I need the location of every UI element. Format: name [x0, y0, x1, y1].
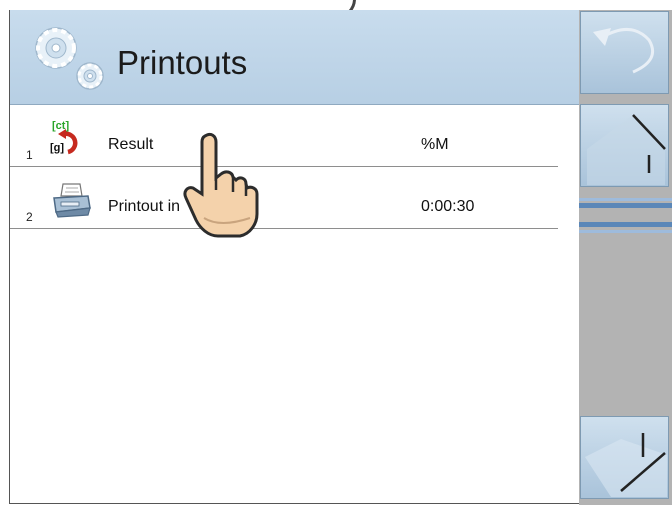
touch-hand-icon — [183, 132, 259, 238]
scroll-line — [579, 198, 672, 201]
scroll-line — [579, 222, 672, 227]
item-value: %M — [421, 136, 449, 153]
printer-icon — [53, 183, 91, 218]
svg-text:[ct]: [ct] — [52, 120, 69, 132]
home-icon — [587, 114, 666, 185]
main-panel: Printouts 1 [ct] [g] Result %M 2 Printou… — [9, 10, 580, 504]
back-button[interactable] — [580, 11, 669, 94]
item-number: 1 — [26, 148, 33, 162]
list-item-result[interactable]: 1 [ct] [g] Result %M — [10, 106, 558, 167]
item-label: Result — [108, 136, 154, 153]
scroll-line — [579, 230, 672, 233]
item-value: 0:00:30 — [421, 198, 475, 215]
exit-icon — [585, 433, 667, 497]
home-button[interactable] — [580, 104, 669, 187]
result-printout-icon: [ct] [g] — [50, 120, 78, 155]
back-icon — [593, 28, 654, 74]
list-item-printout-interval[interactable]: 2 Printout in 0:00:30 — [10, 168, 558, 229]
item-label: Printout in — [108, 198, 181, 215]
page-title: Printouts — [117, 44, 248, 81]
settings-gears-icon — [35, 27, 104, 90]
exit-button[interactable] — [580, 416, 669, 499]
svg-text:[g]: [g] — [50, 142, 64, 154]
sidebar — [579, 10, 672, 505]
scroll-line — [579, 203, 672, 208]
header: Printouts — [10, 10, 580, 105]
item-number: 2 — [26, 210, 33, 224]
